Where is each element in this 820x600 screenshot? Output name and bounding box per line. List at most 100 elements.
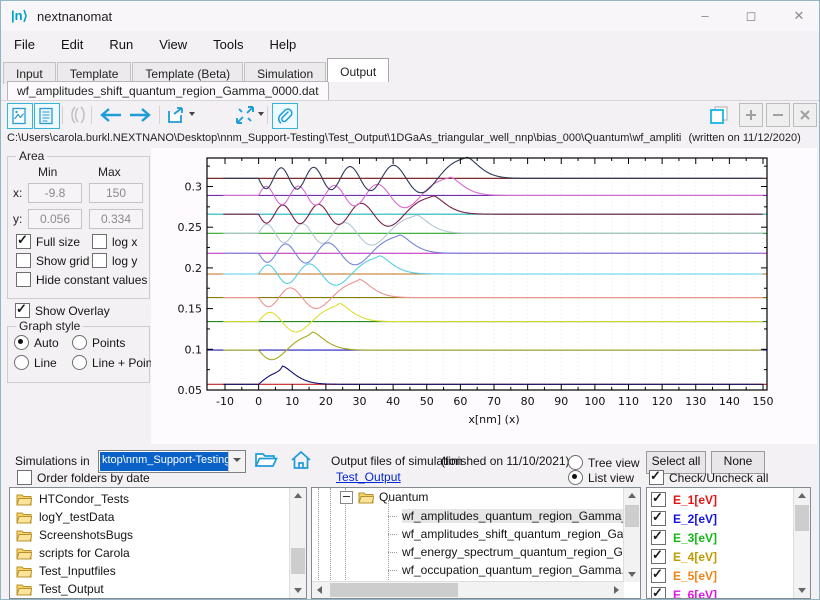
style-points-radio[interactable]: Points [72,335,125,350]
menu-view[interactable]: View [146,31,200,52]
scroll-up-icon[interactable] [624,488,640,504]
fit-view-caret-icon[interactable] [258,112,264,116]
energy-item[interactable]: E_5[eV] [647,566,810,585]
energy-item[interactable]: E_4[eV] [647,547,810,566]
maximize-button[interactable]: ◻ [734,6,768,26]
menu-run[interactable]: Run [96,31,146,52]
svg-text:x[nm] (x): x[nm] (x) [468,413,519,426]
tree-vscrollbar[interactable] [623,488,640,582]
folder-list[interactable]: HTCondor_Tests logY_testData Screenshots… [9,487,307,599]
new-window-icon[interactable] [707,103,731,127]
y-min-field[interactable]: 0.056 [28,209,82,229]
minimize-button[interactable]: – [688,6,722,26]
energy-list[interactable]: E_1[eV] E_2[eV] E_3[eV] E_4[eV] E_5[eV] … [646,487,811,599]
style-auto-radio[interactable]: Auto [14,335,59,350]
style-line-radio[interactable]: Line [14,355,57,370]
log-y-checkbox[interactable]: log y [92,253,137,268]
scroll-thumb[interactable] [291,548,305,574]
close-file-icon [793,103,817,127]
svg-text:30: 30 [353,395,367,408]
folder-icon [358,491,374,504]
menu-bar: FileEditRunViewToolsHelp [1,31,819,58]
scroll-up-icon[interactable] [794,488,810,504]
tree-file-item[interactable]: wf_occupation_quantum_region_Gamma.dat [382,561,623,579]
tree-node-quantum[interactable]: Quantum [340,490,428,504]
folder-item[interactable]: logY_testData [10,508,306,526]
full-size-checkbox[interactable]: Full size [16,234,80,249]
scroll-down-icon[interactable] [624,566,640,582]
scroll-up-icon[interactable] [290,488,306,504]
home-icon[interactable] [290,450,312,470]
folder-item[interactable]: HTCondor_Tests [10,490,306,508]
title-bar[interactable]: |n⟩ nextnanomat – ◻ ✕ [1,1,819,31]
wavefunction-chart-panel[interactable]: -100102030405060708090100110120130140150… [151,148,817,444]
tree-file-item[interactable]: wf_energy_spectrum_quantum_region_Gamm [382,543,623,561]
file-tab[interactable]: wf_amplitudes_shift_quantum_region_Gamma… [7,81,329,100]
svg-text:20: 20 [319,395,333,408]
scroll-right-icon[interactable] [608,582,624,598]
log-x-checkbox[interactable]: log x [92,234,137,249]
x-max-field[interactable]: 150 [89,183,143,203]
energy-item[interactable]: E_1[eV] [647,490,810,509]
close-button[interactable]: ✕ [782,6,816,26]
style-line-points-radio[interactable]: Line + Points [72,355,162,370]
energy-item[interactable]: E_2[eV] [647,509,810,528]
energy-list-scrollbar[interactable] [793,488,810,598]
text-view-icon[interactable] [34,103,60,129]
forward-arrow-icon[interactable] [127,103,155,127]
scroll-left-icon[interactable] [312,582,328,598]
folder-item[interactable]: Test_Output [10,580,306,598]
x-min-field[interactable]: -9.8 [28,183,82,203]
scroll-down-icon[interactable] [794,582,810,598]
bottom-row-2: Order folders by date Test_Output List v… [1,469,819,486]
area-panel: Area Min Max x: -9.8 150 y: 0.056 0.334 … [7,156,150,299]
hide-constant-checkbox[interactable]: Hide constant values [16,272,147,287]
open-folder-icon[interactable] [254,450,278,470]
menu-tools[interactable]: Tools [200,31,256,52]
export-icon[interactable] [164,103,188,127]
written-on-label: (written on 11/12/2020) [684,132,800,144]
main-tab-strip: InputTemplateTemplate (Beta)SimulationOu… [3,58,819,81]
scroll-thumb[interactable] [330,583,458,597]
svg-text:50: 50 [420,395,434,408]
svg-text:-10: -10 [216,395,234,408]
show-grid-checkbox[interactable]: Show grid [16,253,89,268]
folder-item[interactable]: scripts for Carola [10,544,306,562]
check-uncheck-checkbox[interactable]: Check/Uncheck all [649,470,768,485]
svg-text:70: 70 [487,395,501,408]
chart-view-icon[interactable] [7,103,33,129]
menu-file[interactable]: File [1,31,48,52]
scroll-thumb[interactable] [625,505,639,527]
menu-help[interactable]: Help [257,31,310,52]
tree-hscrollbar[interactable] [312,581,624,598]
simulations-in-label: Simulations in [15,454,90,468]
scroll-thumb[interactable] [795,505,809,531]
folder-item[interactable]: Test_Inputfiles [10,562,306,580]
energy-item[interactable]: E_6[eV] [647,585,810,599]
list-view-radio[interactable]: List view [568,470,634,485]
folder-item[interactable]: ScreenshotsBugs [10,526,306,544]
file-tab-strip: wf_amplitudes_shift_quantum_region_Gamma… [1,81,819,101]
tab-output[interactable]: Output [327,58,389,82]
folder-list-scrollbar[interactable] [289,488,306,598]
collapse-icon[interactable] [340,491,353,504]
output-file-tree[interactable]: Quantum wf_amplitudes_quantum_region_Gam… [311,487,641,599]
tree-file-item[interactable]: wf_amplitudes_shift_quantum_region_Gamma [382,525,623,543]
attach-icon[interactable] [272,103,298,129]
svg-text:0.15: 0.15 [178,303,203,316]
energy-item[interactable]: E_3[eV] [647,528,810,547]
tree-view-radio[interactable]: Tree view [568,455,640,470]
export-caret-icon[interactable] [189,112,195,116]
fit-view-icon[interactable] [233,103,257,127]
tree-file-item[interactable]: wf_amplitudes_quantum_region_Gamma_000 [382,507,623,525]
graph-style-panel: Graph style Auto Points Line Line + Poin… [7,326,150,383]
overlay-icon [66,103,90,127]
simulation-link[interactable]: Test_Output [336,470,401,484]
scroll-down-icon[interactable] [290,582,306,598]
svg-text:0.1: 0.1 [185,343,203,356]
back-arrow-icon[interactable] [96,103,124,127]
menu-edit[interactable]: Edit [48,31,96,52]
show-overlay-checkbox[interactable]: Show Overlay [15,303,110,318]
order-folders-checkbox[interactable]: Order folders by date [17,470,150,485]
y-max-field[interactable]: 0.334 [89,209,143,229]
